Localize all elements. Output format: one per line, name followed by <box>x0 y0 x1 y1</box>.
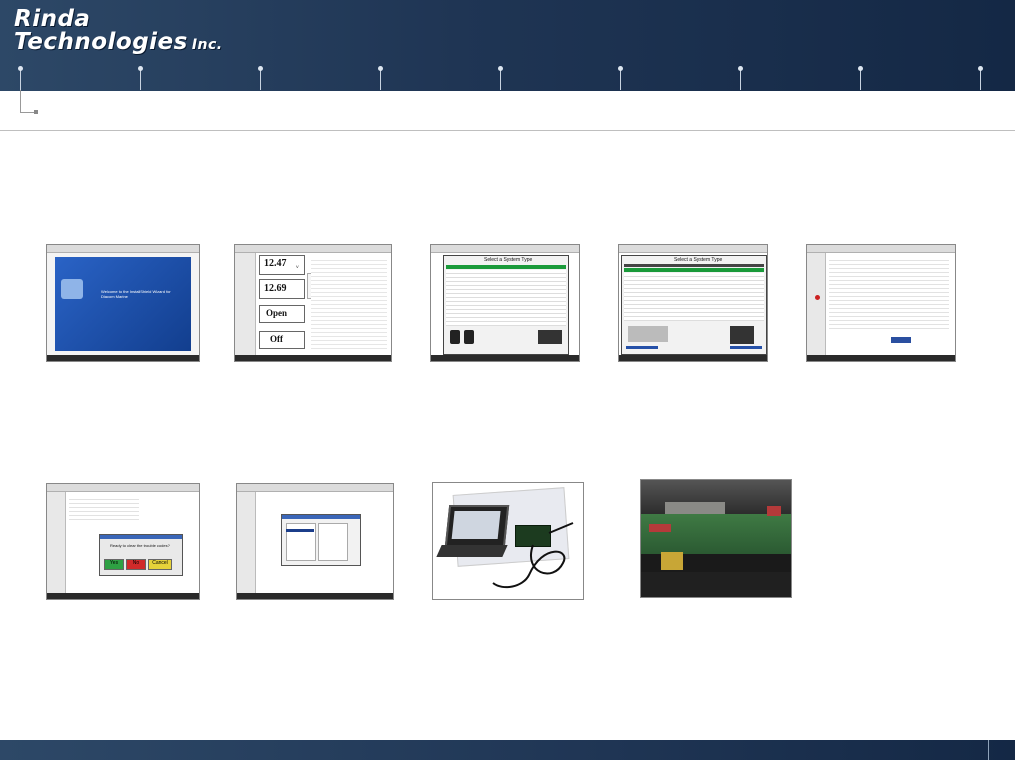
gauge-voltage-1: 12.47 V <box>259 255 305 275</box>
dialog-prompt: Ready to clear the trouble codes? <box>110 543 170 548</box>
gauge-status: Off <box>259 331 305 349</box>
no-button[interactable]: No <box>126 559 146 570</box>
yes-button[interactable]: Yes <box>104 559 124 570</box>
wizard-window: Welcome to the InstallShield Wizard for … <box>55 257 191 351</box>
thumbnail-clear-codes-dialog[interactable]: Ready to clear the trouble codes? Yes No… <box>46 483 200 600</box>
stop-icon <box>815 295 820 300</box>
data-table <box>311 257 387 349</box>
header-banner: Rinda Technologies Inc. <box>0 0 1015 91</box>
thumbnail-small-window[interactable] <box>236 483 394 600</box>
pcb <box>641 514 791 554</box>
header-divider <box>0 130 1015 131</box>
red-label-1 <box>649 524 671 532</box>
thumbnail-system-type-1[interactable]: Select a System Type <box>430 244 580 362</box>
header-ruler <box>0 66 1015 90</box>
logo-text-technologies: Technologies Inc. <box>14 29 223 55</box>
thumbnail-install-wizard[interactable]: Welcome to the InstallShield Wizard for … <box>46 244 200 362</box>
nav-connector <box>20 90 38 114</box>
system-type-dialog: Select a System Type <box>443 255 569 355</box>
red-label-2 <box>767 506 781 516</box>
confirm-dialog: Ready to clear the trouble codes? Yes No… <box>99 534 183 576</box>
thumbnail-circuit-board[interactable] <box>640 479 792 598</box>
inner-window <box>281 514 361 566</box>
computer-icon <box>61 279 83 299</box>
thumbnail-gauges[interactable]: 12.47 V 12.69 Open Off <box>234 244 392 362</box>
thumbnail-data-list[interactable] <box>806 244 956 362</box>
footer-bar <box>0 740 1015 760</box>
toolbar-left <box>235 253 256 357</box>
gold-connector <box>661 552 683 570</box>
thumbnail-laptop-cable[interactable] <box>432 482 584 600</box>
cable-icon <box>492 522 574 589</box>
gauge-voltage-2: 12.69 <box>259 279 305 299</box>
system-type-dialog-2: Select a System Type <box>621 255 767 355</box>
wizard-caption: Welcome to the InstallShield Wizard for … <box>101 289 171 299</box>
thumbnail-system-type-2[interactable]: Select a System Type <box>618 244 768 362</box>
cancel-button[interactable]: Cancel <box>148 559 172 570</box>
gauge-switch: Open <box>259 305 305 323</box>
